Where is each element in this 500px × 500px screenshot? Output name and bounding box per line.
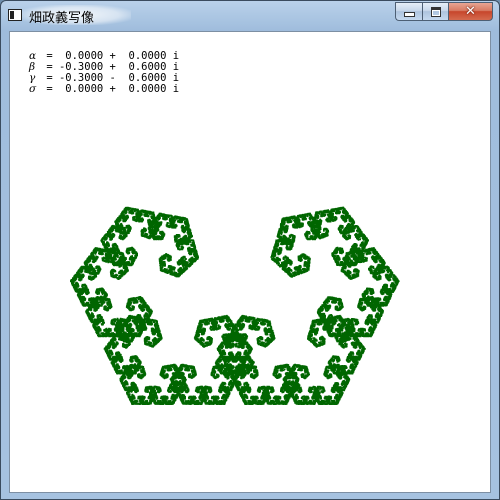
window-title: 畑政義写像 [29,7,94,26]
sigma-value: = 0.0000 + 0.0000 i [40,83,179,95]
app-window: 畑政義写像 ✕ α = 0.0000 + 0.0000 i β = -0.300… [0,0,500,500]
minimize-button[interactable] [395,2,422,21]
fractal-drawing [10,32,490,492]
sigma-symbol: σ [29,84,40,95]
title-bar[interactable]: 畑政義写像 ✕ [1,1,499,31]
fractal-path [70,207,400,405]
fractal-points [70,207,400,405]
parameter-list: α = 0.0000 + 0.0000 i β = -0.3000 + 0.60… [29,51,179,95]
close-icon: ✕ [465,5,476,18]
caption-buttons: ✕ [395,2,493,21]
drawing-canvas[interactable]: α = 0.0000 + 0.0000 i β = -0.3000 + 0.60… [9,31,491,493]
minimize-icon [404,12,415,17]
app-icon[interactable] [8,9,22,21]
parameter-sigma: σ = 0.0000 + 0.0000 i [29,84,179,95]
close-button[interactable]: ✕ [448,2,493,21]
maximize-icon [431,7,441,17]
maximize-button[interactable] [422,2,448,21]
